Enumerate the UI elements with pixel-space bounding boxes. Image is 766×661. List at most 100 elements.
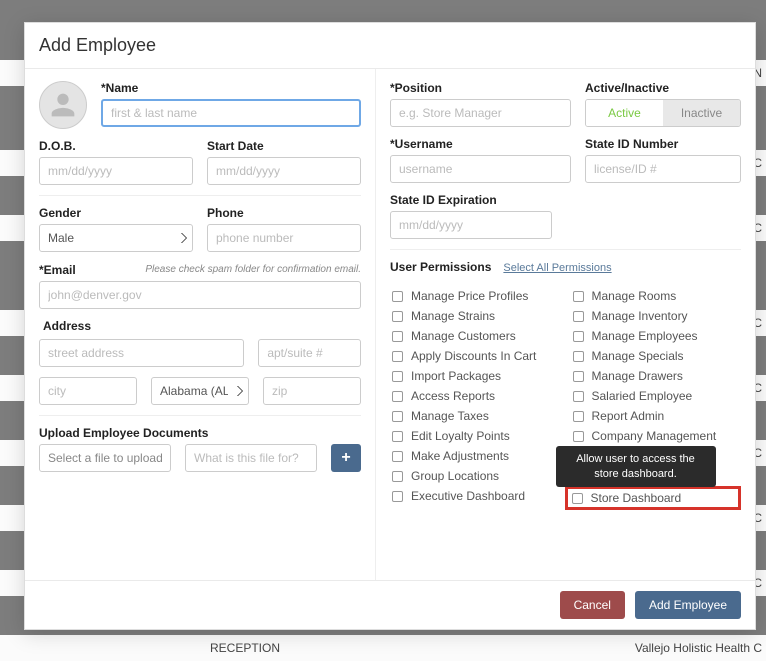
permission-label: Manage Customers bbox=[411, 329, 516, 343]
permission-item[interactable]: Company Management bbox=[571, 426, 742, 446]
checkbox[interactable] bbox=[572, 493, 583, 504]
permission-label: Group Locations bbox=[411, 469, 499, 483]
apt-input[interactable] bbox=[258, 339, 361, 367]
permission-label: Salaried Employee bbox=[592, 389, 693, 403]
permission-label: Edit Loyalty Points bbox=[411, 429, 510, 443]
permission-item[interactable]: Manage Inventory bbox=[571, 306, 742, 326]
permission-label: Store Dashboard bbox=[591, 491, 682, 505]
permission-label: Manage Strains bbox=[411, 309, 495, 323]
permission-item[interactable]: Edit Loyalty Points bbox=[390, 426, 561, 446]
permission-label: Import Packages bbox=[411, 369, 501, 383]
checkbox[interactable] bbox=[392, 491, 403, 502]
permission-item[interactable]: Manage Customers bbox=[390, 326, 561, 346]
permission-item[interactable]: Executive Dashboard bbox=[390, 486, 561, 506]
select-all-permissions-link[interactable]: Select All Permissions bbox=[503, 262, 611, 274]
left-column: *Name D.O.B. Start Date Gender bbox=[25, 69, 375, 580]
stateid-label: State ID Number bbox=[585, 137, 741, 151]
checkbox[interactable] bbox=[392, 331, 403, 342]
checkbox[interactable] bbox=[573, 331, 584, 342]
permission-item[interactable]: Apply Discounts In Cart bbox=[390, 346, 561, 366]
add-employee-button[interactable]: Add Employee bbox=[635, 591, 741, 619]
cancel-button[interactable]: Cancel bbox=[560, 591, 625, 619]
permission-label: Report Admin bbox=[592, 409, 665, 423]
stateid-input[interactable] bbox=[585, 155, 741, 183]
upload-label: Upload Employee Documents bbox=[39, 426, 361, 440]
permission-item[interactable]: Make Adjustments bbox=[390, 446, 561, 466]
checkbox[interactable] bbox=[573, 431, 584, 442]
username-label: *Username bbox=[390, 137, 571, 151]
zip-input[interactable] bbox=[263, 377, 361, 405]
permission-item[interactable]: Manage Specials bbox=[571, 346, 742, 366]
permission-item[interactable]: Manage Employees bbox=[571, 326, 742, 346]
permission-item[interactable]: Manage Rooms bbox=[571, 286, 742, 306]
permission-item[interactable]: Group Locations bbox=[390, 466, 561, 486]
permission-item[interactable]: Manage Strains bbox=[390, 306, 561, 326]
right-column: *Position Active/Inactive Active Inactiv… bbox=[375, 69, 755, 580]
checkbox[interactable] bbox=[392, 471, 403, 482]
checkbox[interactable] bbox=[392, 451, 403, 462]
permission-label: Manage Specials bbox=[592, 349, 684, 363]
city-input[interactable] bbox=[39, 377, 137, 405]
permission-item[interactable]: Manage Drawers bbox=[571, 366, 742, 386]
permission-item[interactable]: Salaried Employee bbox=[571, 386, 742, 406]
startdate-label: Start Date bbox=[207, 139, 361, 153]
checkbox[interactable] bbox=[573, 351, 584, 362]
permission-item[interactable]: Report Admin bbox=[571, 406, 742, 426]
checkbox[interactable] bbox=[392, 371, 403, 382]
permission-item[interactable]: Manage Price Profiles bbox=[390, 286, 561, 306]
checkbox[interactable] bbox=[573, 371, 584, 382]
checkbox[interactable] bbox=[573, 291, 584, 302]
permission-label: Manage Employees bbox=[592, 329, 698, 343]
permission-item[interactable]: Access Reports bbox=[390, 386, 561, 406]
street-input[interactable] bbox=[39, 339, 244, 367]
tooltip: Allow user to access the store dashboard… bbox=[556, 446, 716, 487]
startdate-input[interactable] bbox=[207, 157, 361, 185]
name-label: *Name bbox=[101, 81, 361, 95]
file-desc-input[interactable] bbox=[185, 444, 317, 472]
permissions-label: User Permissions bbox=[390, 260, 491, 274]
permission-item[interactable]: Manage Taxes bbox=[390, 406, 561, 426]
phone-input[interactable] bbox=[207, 224, 361, 252]
state-select[interactable]: Alabama (AL) bbox=[151, 377, 249, 405]
permissions-column-left: Manage Price Profiles Manage Strains Manag… bbox=[390, 286, 561, 510]
position-input[interactable] bbox=[390, 99, 571, 127]
email-input[interactable] bbox=[39, 281, 361, 309]
gender-select[interactable]: Male bbox=[39, 224, 193, 252]
checkbox[interactable] bbox=[392, 291, 403, 302]
checkbox[interactable] bbox=[573, 311, 584, 322]
name-input[interactable] bbox=[101, 99, 361, 127]
checkbox[interactable] bbox=[392, 411, 403, 422]
permission-label: Manage Taxes bbox=[411, 409, 489, 423]
file-select[interactable] bbox=[39, 444, 171, 472]
checkbox[interactable] bbox=[392, 431, 403, 442]
permission-item[interactable]: Import Packages bbox=[390, 366, 561, 386]
permission-store-dashboard[interactable]: Store DashboardAllow user to access the … bbox=[565, 486, 742, 510]
dob-input[interactable] bbox=[39, 157, 193, 185]
stateexp-label: State ID Expiration bbox=[390, 193, 552, 207]
active-toggle[interactable]: Active Inactive bbox=[585, 99, 741, 127]
checkbox[interactable] bbox=[392, 391, 403, 402]
dob-label: D.O.B. bbox=[39, 139, 193, 153]
avatar-placeholder[interactable] bbox=[39, 81, 87, 129]
active-label: Active/Inactive bbox=[585, 81, 741, 95]
permission-label: Company Management bbox=[592, 429, 717, 443]
add-file-button[interactable]: + bbox=[331, 444, 361, 472]
permissions-column-right: Manage Rooms Manage Inventory Manage Emplo… bbox=[571, 286, 742, 510]
username-input[interactable] bbox=[390, 155, 571, 183]
checkbox[interactable] bbox=[573, 411, 584, 422]
plus-icon: + bbox=[341, 449, 350, 467]
toggle-inactive[interactable]: Inactive bbox=[663, 100, 740, 126]
permission-label: Apply Discounts In Cart bbox=[411, 349, 536, 363]
gender-label: Gender bbox=[39, 206, 193, 220]
checkbox[interactable] bbox=[573, 391, 584, 402]
checkbox[interactable] bbox=[392, 311, 403, 322]
checkbox[interactable] bbox=[392, 351, 403, 362]
address-label: Address bbox=[43, 319, 361, 333]
bg-row: RECEPTION Vallejo Holistic Health C bbox=[0, 635, 766, 661]
permission-label: Manage Inventory bbox=[592, 309, 688, 323]
toggle-active[interactable]: Active bbox=[586, 100, 663, 126]
permission-label: Manage Rooms bbox=[592, 289, 677, 303]
permission-label: Manage Price Profiles bbox=[411, 289, 528, 303]
permission-label: Make Adjustments bbox=[411, 449, 509, 463]
stateexp-input[interactable] bbox=[390, 211, 552, 239]
